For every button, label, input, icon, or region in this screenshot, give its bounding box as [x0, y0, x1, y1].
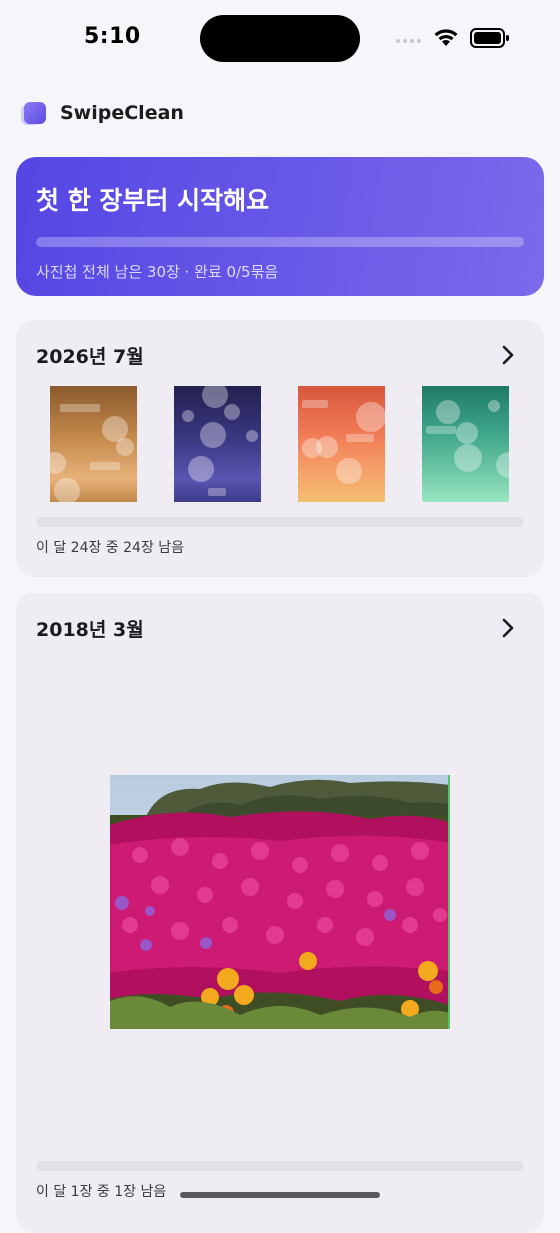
chevron-right-icon[interactable]	[500, 617, 516, 639]
status-time: 5:10	[84, 24, 141, 49]
flower-field-photo[interactable]	[110, 775, 450, 1029]
app-logo-icon	[21, 102, 46, 125]
month-progress-bar	[36, 517, 524, 527]
banner-subtitle: 사진첩 전체 남은 30장 · 완료 0/5묶음	[36, 263, 279, 281]
photo-thumbnail[interactable]	[50, 386, 137, 502]
home-indicator[interactable]	[180, 1192, 380, 1198]
dynamic-island	[200, 15, 360, 62]
photo-thumbnail[interactable]	[422, 386, 509, 502]
wifi-icon	[434, 29, 458, 46]
signal-dots-icon	[396, 39, 421, 43]
photo-thumbnail[interactable]	[298, 386, 385, 502]
month-card-2018-03[interactable]: 2018년 3월 이 달 1장 중 1장 남음	[16, 593, 544, 1233]
banner-title: 첫 한 장부터 시작해요	[36, 186, 270, 215]
month-title: 2018년 3월	[36, 619, 144, 641]
battery-icon	[470, 28, 509, 48]
month-remaining-text: 이 달 1장 중 1장 남음	[36, 1184, 167, 1200]
status-bar: 5:10	[0, 0, 560, 80]
start-banner-card[interactable]: 첫 한 장부터 시작해요 사진첩 전체 남은 30장 · 완료 0/5묶음	[16, 157, 544, 296]
month-card-2026-07[interactable]: 2026년 7월 이 달 24장 중 24장 남음	[16, 320, 544, 577]
photo-thumbnails	[50, 386, 510, 502]
month-progress-bar	[36, 1161, 524, 1171]
photo-thumbnail[interactable]	[174, 386, 261, 502]
chevron-right-icon[interactable]	[500, 344, 516, 366]
overall-progress-bar	[36, 237, 524, 247]
app-header: SwipeClean	[21, 98, 184, 128]
month-remaining-text: 이 달 24장 중 24장 남음	[36, 540, 185, 556]
status-icons	[396, 26, 516, 54]
app-title: SwipeClean	[60, 102, 184, 124]
month-title: 2026년 7월	[36, 346, 144, 368]
